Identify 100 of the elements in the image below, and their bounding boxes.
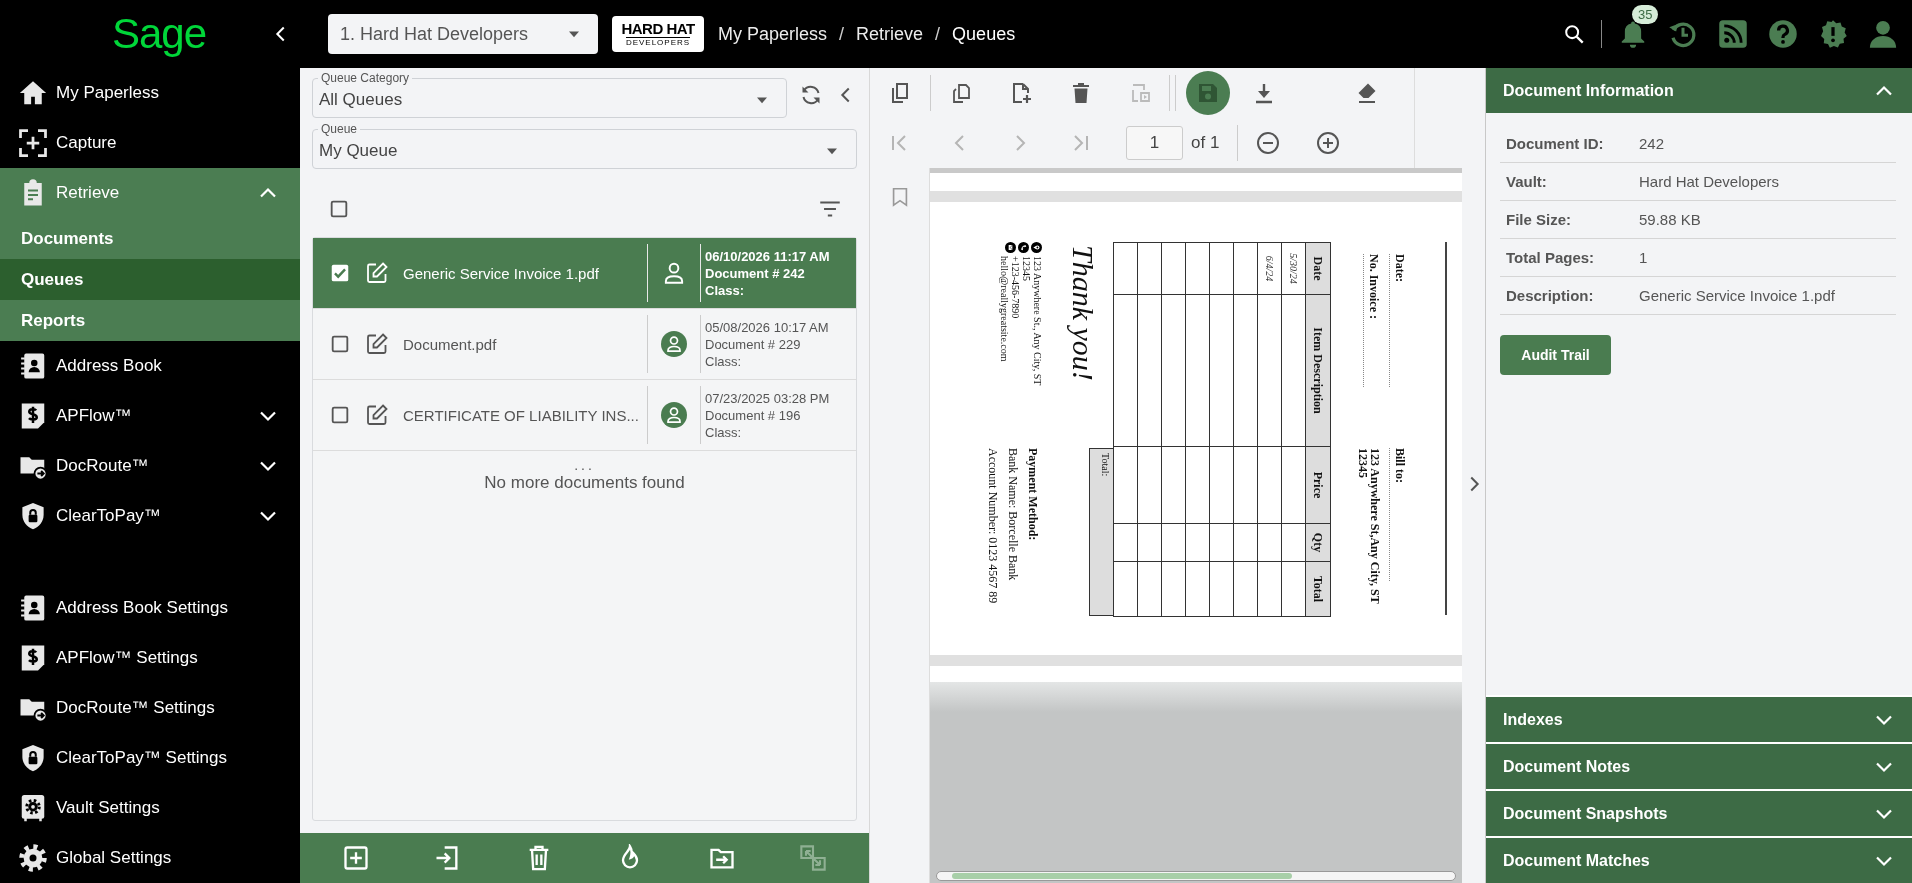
- sidebar-item[interactable]: ClearToPay™ Settings: [0, 733, 300, 783]
- section-header[interactable]: Document Information: [1486, 68, 1912, 113]
- breadcrumb-separator: /: [935, 23, 941, 45]
- field-value: 242: [1639, 135, 1665, 152]
- table-header-cell: Total: [1305, 561, 1331, 617]
- gear-icon: [18, 843, 48, 873]
- edit-icon[interactable]: [365, 332, 389, 356]
- field-label: Description:: [1506, 287, 1595, 304]
- sidebar-item[interactable]: APFlow™: [0, 391, 300, 441]
- bill-to-label: Bill to:: [1389, 448, 1407, 581]
- field-value: 59.88 KB: [1639, 211, 1701, 228]
- table-cell: 6/4/24: [1257, 242, 1282, 295]
- section-header[interactable]: Document Notes: [1486, 744, 1912, 789]
- total-label: Total:: [1089, 448, 1113, 616]
- payment-heading: Payment Method:: [1025, 448, 1041, 543]
- sidebar-subitem[interactable]: Queues: [0, 259, 300, 300]
- capture-icon: [18, 128, 48, 158]
- field-label: Vault:: [1506, 173, 1548, 190]
- search-icon[interactable]: [1563, 23, 1585, 45]
- document-row[interactable]: CERTIFICATE OF LIABILITY INS... 07/23/2025 03:28 PM Document # 196 Class:: [313, 380, 856, 451]
- zoom-in-icon[interactable]: [1316, 131, 1341, 155]
- zoom-out-icon[interactable]: [1256, 131, 1281, 155]
- invoice-number-label: No. Invoice :: [1363, 254, 1381, 387]
- document-name: Generic Service Invoice 1.pdf: [403, 264, 599, 282]
- section-header[interactable]: Document Matches: [1486, 838, 1912, 883]
- sidebar-item[interactable]: Capture: [0, 118, 300, 168]
- sidebar-item[interactable]: My Paperless: [0, 68, 300, 118]
- contact-line: 123 Anywhere St., Any City, ST: [1032, 256, 1043, 386]
- sidebar-item[interactable]: Address Book: [0, 341, 300, 391]
- document-number: Document # 196: [705, 406, 802, 424]
- section-header[interactable]: Indexes: [1486, 697, 1912, 742]
- notification-badge: 35: [1632, 5, 1659, 24]
- address-line: 123 Anywhere St,Any City, ST: [1369, 448, 1381, 604]
- document-class: Class:: [705, 281, 746, 299]
- more-indicator: ...: [574, 457, 595, 473]
- sidebar-item[interactable]: APFlow™ Settings: [0, 633, 300, 683]
- breadcrumb-separator: /: [839, 23, 845, 45]
- document-number: Document # 229: [705, 335, 802, 353]
- field-label: Total Pages:: [1506, 249, 1596, 266]
- sidebar-item[interactable]: DocRoute™: [0, 441, 300, 491]
- page-count: of 1: [1191, 133, 1220, 153]
- contact-line: +123-456-7890: [1010, 256, 1021, 321]
- breadcrumb-link[interactable]: Retrieve: [856, 23, 924, 45]
- toolbar-divider: [1169, 75, 1176, 111]
- help-icon[interactable]: [1768, 19, 1798, 49]
- vault-select[interactable]: 1. Hard Hat Developers: [328, 14, 598, 54]
- contact-line: hello@reallygreatsite.com: [999, 256, 1010, 364]
- field-value: Hard Hat Developers: [1639, 173, 1780, 190]
- sidebar-subitem[interactable]: Documents: [0, 218, 300, 259]
- edit-icon[interactable]: [365, 261, 389, 285]
- audit-trail-button[interactable]: Audit Trail: [1500, 335, 1611, 375]
- rss-icon[interactable]: [1718, 19, 1748, 49]
- save-button[interactable]: [1186, 71, 1230, 115]
- table-cell: 5/30/24: [1281, 242, 1306, 295]
- user-circle-icon: [661, 402, 687, 428]
- document-name: CERTIFICATE OF LIABILITY INS...: [403, 406, 639, 424]
- date-label: Date:: [1389, 254, 1407, 387]
- contact-line: 12345: [1021, 256, 1032, 283]
- document-row[interactable]: Document.pdf 05/08/2026 10:17 AM Document # 229 Class:: [313, 309, 856, 380]
- document-name: Document.pdf: [403, 335, 497, 353]
- edit-icon[interactable]: [365, 403, 389, 427]
- document-class: Class:: [705, 423, 743, 441]
- sidebar-item[interactable]: Retrieve: [0, 168, 300, 218]
- sage-logo: Sage: [112, 10, 207, 58]
- checkbox[interactable]: [329, 404, 351, 426]
- company-logo: HARD HAT DEVELOPERS: [612, 16, 704, 52]
- payment-line: Bank Name: Borcelle Bank: [1005, 448, 1021, 583]
- alert-badge-icon[interactable]: [1818, 19, 1848, 49]
- checkbox[interactable]: [329, 333, 351, 355]
- payment-line: Account Number: 0123 4567 89: [985, 448, 1001, 604]
- checkbox[interactable]: [329, 262, 351, 284]
- document-date: 06/10/2026 11:17 AM: [705, 247, 830, 265]
- plus-square-icon[interactable]: [341, 844, 370, 872]
- checkbox[interactable]: [328, 198, 350, 220]
- breadcrumb-current: Queues: [952, 23, 1016, 45]
- address-line: 12345: [1357, 448, 1369, 478]
- sidebar-item[interactable]: Address Book Settings: [0, 583, 300, 633]
- sidebar-item[interactable]: Vault Settings: [0, 783, 300, 833]
- end-message: No more documents found: [484, 473, 685, 493]
- thank-you-text: Thank you!: [1067, 245, 1099, 381]
- user-circle-icon: [661, 331, 687, 357]
- horizontal-scrollbar[interactable]: [936, 871, 1456, 881]
- phone-icon: [1018, 242, 1029, 253]
- user-icon[interactable]: [1868, 19, 1898, 49]
- field-value: 1: [1639, 249, 1648, 266]
- breadcrumb-link[interactable]: My Paperless: [718, 23, 828, 45]
- document-date: 07/23/2025 03:28 PM: [705, 389, 830, 407]
- page-field[interactable]: 1: [1126, 126, 1183, 160]
- sidebar-item[interactable]: ClearToPay™: [0, 491, 300, 541]
- sidebar-item[interactable]: DocRoute™ Settings: [0, 683, 300, 733]
- table-header-cell: Item Description: [1305, 294, 1331, 447]
- field-value: Generic Service Invoice 1.pdf: [1639, 287, 1835, 304]
- location-pin-icon: [1031, 242, 1042, 253]
- table-header-cell: Qty: [1305, 523, 1331, 562]
- sidebar-item[interactable]: Global Settings: [0, 833, 300, 883]
- document-class: Class:: [705, 352, 743, 370]
- sidebar-subitem[interactable]: Reports: [0, 300, 300, 341]
- field-label: Document ID:: [1506, 135, 1605, 152]
- section-header[interactable]: Document Snapshots: [1486, 791, 1912, 836]
- document-row[interactable]: Generic Service Invoice 1.pdf 06/10/2026 11:17 AM Document # 242 Class:: [313, 238, 856, 309]
